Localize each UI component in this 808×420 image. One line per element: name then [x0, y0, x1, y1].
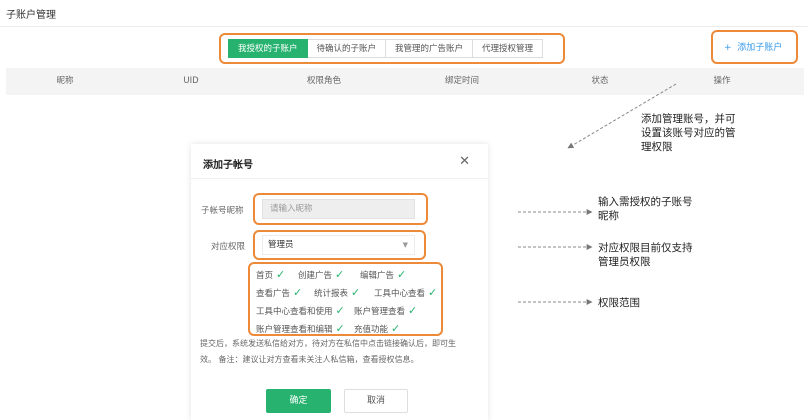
role-select-value: 管理员: [268, 240, 294, 250]
close-icon[interactable]: ✕: [459, 154, 470, 169]
permission-item: 首页 ✓: [256, 268, 285, 281]
tab-managed-ad-accounts[interactable]: 我管理的广告账户: [386, 39, 474, 58]
check-icon: ✓: [293, 286, 303, 299]
permission-item: 创建广告 ✓: [298, 268, 344, 281]
check-icon: ✓: [276, 268, 286, 281]
permission-label: 首页: [256, 271, 274, 281]
role-select[interactable]: 管理员 ▼: [262, 235, 415, 255]
permission-item: 账户管理查看 ✓: [354, 304, 417, 317]
annotation-line: 添加管理账号，并可: [641, 113, 736, 125]
tip-line: 提交后，系统发送私信给对方，待对方在私信中点击链接确认后，即可生: [200, 339, 456, 348]
nickname-input[interactable]: 请输入昵称: [262, 199, 415, 219]
permission-item: 编辑广告 ✓: [360, 268, 406, 281]
table-header: 昵称 UID 权限角色 绑定时间 状态 操作: [6, 68, 804, 95]
add-subaccount-button[interactable]: + 添加子账户: [724, 40, 782, 53]
add-subaccount-label: 添加子账户: [737, 43, 783, 53]
check-icon: ✓: [335, 304, 345, 317]
column-header-nickname: 昵称: [56, 76, 74, 86]
check-icon: ✓: [335, 268, 345, 281]
permission-label: 创建广告: [298, 271, 333, 281]
check-icon: ✓: [351, 286, 361, 299]
permission-item: 工具中心查看和使用 ✓: [256, 304, 345, 317]
tab-authorized-subaccounts[interactable]: 我授权的子账户: [228, 39, 308, 58]
annotation-line: 设置该账号对应的管: [641, 127, 736, 139]
title-divider: [0, 26, 808, 27]
permission-item: 账户管理查看和编辑 ✓: [256, 322, 345, 335]
chevron-down-icon: ▼: [402, 241, 408, 249]
tip-line: 效。 备注：建议让对方查看未关注人私信箱，查看授权信息。: [200, 355, 419, 364]
permission-item: 统计报表 ✓: [314, 286, 360, 299]
check-icon: ✓: [335, 322, 345, 335]
annotation-line: 权限范围: [598, 297, 640, 309]
permission-label: 统计报表: [314, 289, 349, 299]
column-header-actions: 操作: [713, 76, 731, 86]
permission-label: 工具中心查看和使用: [256, 307, 333, 317]
confirm-button[interactable]: 确定: [266, 389, 331, 413]
permission-label: 查看广告: [256, 289, 291, 299]
cancel-button[interactable]: 取消: [344, 389, 408, 413]
check-icon: ✓: [391, 322, 401, 335]
dialog-title: 添加子帐号: [203, 160, 253, 171]
column-header-role: 权限角色: [306, 76, 342, 86]
annotation-add-account: 添加管理账号，并可 设置该账号对应的管 理权限: [641, 112, 736, 154]
permission-label: 工具中心查看: [374, 289, 426, 299]
column-header-bind-time: 绑定时间: [444, 76, 480, 86]
page-title: 子账户管理: [6, 10, 56, 21]
annotation-line: 管理员权限: [598, 256, 651, 268]
permission-item: 查看广告 ✓: [256, 286, 302, 299]
dialog-header: 添加子帐号 ✕: [191, 144, 488, 179]
account-tabs: 我授权的子账户 待确认的子账户 我管理的广告账户 代理授权管理: [228, 39, 544, 58]
check-icon: ✓: [408, 304, 418, 317]
role-label: 对应权限: [211, 242, 246, 252]
permission-label: 账户管理查看和编辑: [256, 325, 333, 335]
annotation-role: 对应权限目前仅支持 管理员权限: [598, 241, 693, 269]
annotation-line: 输入需授权的子账号: [598, 196, 693, 208]
submit-tip: 提交后，系统发送私信给对方，待对方在私信中点击链接确认后，即可生 效。 备注：建…: [200, 336, 472, 368]
annotation-nickname: 输入需授权的子账号 昵称: [598, 195, 693, 223]
permission-label: 编辑广告: [360, 271, 395, 281]
permission-label: 充值功能: [354, 325, 389, 335]
annotation-line: 昵称: [598, 210, 619, 222]
plus-icon: +: [724, 43, 732, 53]
check-icon: ✓: [428, 286, 438, 299]
annotation-line: 对应权限目前仅支持: [598, 242, 693, 254]
permission-label: 账户管理查看: [354, 307, 406, 317]
tab-agency-authorization[interactable]: 代理授权管理: [473, 39, 544, 58]
check-icon: ✓: [397, 268, 407, 281]
tab-pending-subaccounts[interactable]: 待确认的子账户: [307, 39, 387, 58]
annotation-line: 理权限: [641, 141, 673, 153]
permission-item: 充值功能 ✓: [354, 322, 400, 335]
column-header-uid: UID: [183, 76, 199, 86]
nickname-label: 子帐号昵称: [201, 206, 244, 216]
permission-item: 工具中心查看 ✓: [374, 286, 437, 299]
column-header-status: 状态: [591, 76, 609, 86]
annotation-scope: 权限范围: [598, 296, 640, 310]
